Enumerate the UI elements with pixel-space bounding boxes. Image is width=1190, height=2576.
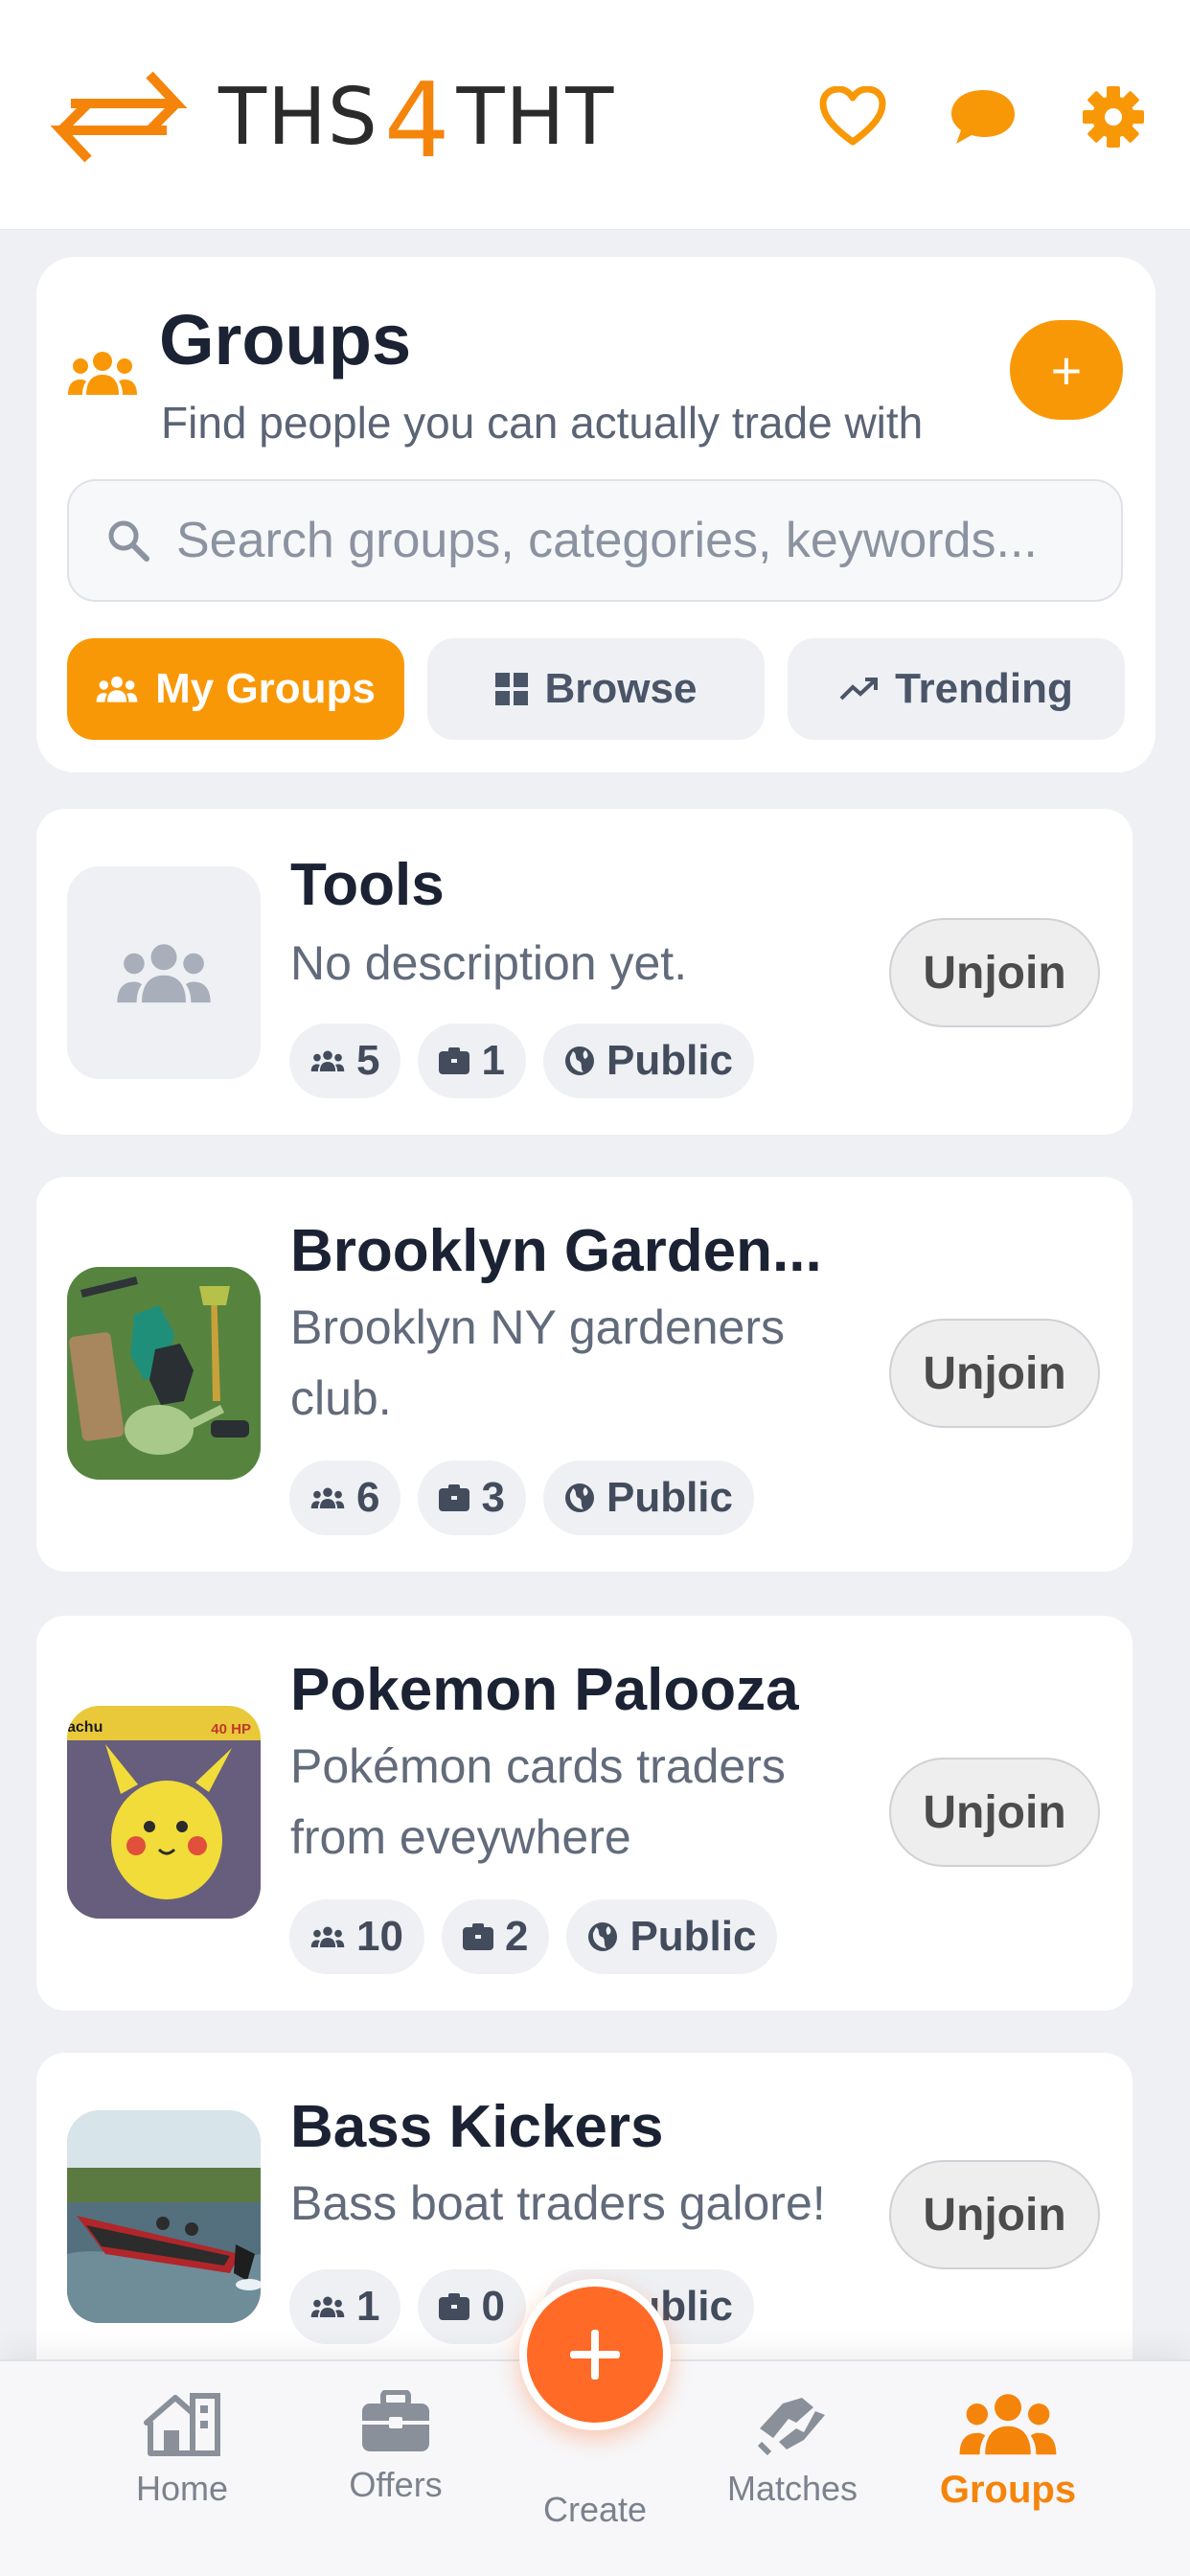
- pokemon-card-name: achu: [67, 1719, 103, 1736]
- unjoin-button[interactable]: Unjoin: [889, 2160, 1100, 2269]
- nav-create-label: Create: [542, 2490, 648, 2529]
- nav-offers[interactable]: Offers: [300, 2390, 492, 2505]
- group-thumbnail: [67, 866, 261, 1079]
- favorites-button[interactable]: [814, 79, 891, 155]
- app-logo[interactable]: THS 4 THT: [42, 59, 615, 181]
- group-card-brooklyn-garden[interactable]: Brooklyn Garden... Brooklyn NY gardeners…: [36, 1177, 1133, 1572]
- item-count-chip: 0: [418, 2269, 526, 2344]
- member-count-chip: 5: [289, 1024, 401, 1098]
- unjoin-button[interactable]: Unjoin: [889, 1758, 1100, 1867]
- create-button[interactable]: [519, 2279, 671, 2430]
- filter-my-groups[interactable]: My Groups: [67, 638, 404, 740]
- add-group-button[interactable]: +: [1010, 320, 1123, 420]
- chat-bubble-icon: [951, 90, 1015, 144]
- groups-header-card: Groups Find people you can actually trad…: [36, 257, 1156, 772]
- pokemon-card-hp: 40 HP: [211, 1721, 251, 1737]
- nav-matches[interactable]: Matches: [697, 2390, 888, 2509]
- people-icon: [310, 1487, 345, 1509]
- group-name[interactable]: Pokemon Palooza: [290, 1656, 799, 1724]
- group-name[interactable]: Bass Kickers: [290, 2093, 664, 2161]
- visibility-chip: Public: [542, 1460, 754, 1535]
- group-thumbnail: [67, 1267, 261, 1480]
- people-placeholder-icon: [117, 944, 211, 1003]
- settings-button[interactable]: [1075, 79, 1152, 155]
- group-description: Pokémon cards traders from eveywhere: [290, 1739, 786, 1864]
- unjoin-button[interactable]: Unjoin: [889, 918, 1100, 1027]
- people-icon: [96, 676, 138, 702]
- item-count-chip: 1: [418, 1024, 526, 1098]
- app-wordmark: THS 4 THT: [218, 60, 615, 181]
- handshake-icon: [757, 2398, 825, 2456]
- groups-icon: [67, 349, 138, 402]
- group-description: No description yet.: [290, 936, 688, 990]
- bass-boat-image: [67, 2110, 261, 2323]
- group-name[interactable]: Brooklyn Garden...: [290, 1217, 822, 1285]
- top-bar: THS 4 THT: [0, 0, 1190, 230]
- page-subtitle: Find people you can actually trade with: [161, 398, 924, 448]
- member-count-chip: 1: [289, 2269, 401, 2344]
- globe-icon: [564, 1046, 594, 1075]
- heart-icon: [819, 86, 886, 146]
- item-count-chip: 3: [418, 1460, 526, 1535]
- visibility-chip: Public: [542, 1024, 754, 1098]
- groups-icon: [959, 2394, 1057, 2455]
- filter-browse[interactable]: Browse: [427, 638, 765, 740]
- nav-groups[interactable]: Groups: [912, 2390, 1104, 2512]
- item-count-chip: 2: [441, 1899, 550, 1974]
- pokemon-card-image: [67, 1706, 261, 1919]
- swap-arrows-icon: [50, 71, 188, 163]
- people-icon: [310, 2296, 345, 2318]
- box-icon: [439, 2293, 470, 2320]
- messages-button[interactable]: [945, 79, 1021, 155]
- globe-icon: [588, 1922, 618, 1951]
- plus-icon: [570, 2330, 620, 2380]
- group-thumbnail: achu 40 HP: [67, 1706, 261, 1919]
- people-icon: [310, 1926, 345, 1948]
- group-name[interactable]: Tools: [290, 851, 445, 919]
- group-card-tools[interactable]: Tools No description yet. 5 1 Public Unj…: [36, 809, 1133, 1135]
- trending-icon: [839, 678, 879, 701]
- group-thumbnail: [67, 2110, 261, 2323]
- unjoin-button[interactable]: Unjoin: [889, 1319, 1100, 1428]
- group-description: Bass boat traders galore!: [290, 2176, 826, 2230]
- gear-icon: [1083, 86, 1144, 148]
- search-icon: [108, 520, 149, 562]
- page-title: Groups: [159, 300, 412, 380]
- grid-icon: [494, 673, 528, 705]
- group-description: Brooklyn NY gardeners club.: [290, 1300, 786, 1425]
- group-card-pokemon-palooza[interactable]: achu 40 HP Pokemon Palooza Pokémon cards…: [36, 1616, 1133, 2011]
- filter-trending[interactable]: Trending: [788, 638, 1125, 740]
- people-icon: [310, 1050, 345, 1072]
- nav-home[interactable]: Home: [86, 2390, 278, 2509]
- member-count-chip: 6: [289, 1460, 401, 1535]
- box-icon: [439, 1484, 470, 1511]
- briefcase-icon: [362, 2390, 429, 2451]
- garden-tools-image: [67, 1267, 261, 1480]
- member-count-chip: 10: [289, 1899, 424, 1974]
- home-icon: [144, 2393, 220, 2456]
- globe-icon: [564, 1484, 594, 1512]
- box-icon: [462, 1923, 493, 1950]
- search-bar[interactable]: [67, 479, 1123, 602]
- box-icon: [439, 1047, 470, 1074]
- visibility-chip: Public: [566, 1899, 778, 1974]
- search-input[interactable]: [176, 512, 1096, 569]
